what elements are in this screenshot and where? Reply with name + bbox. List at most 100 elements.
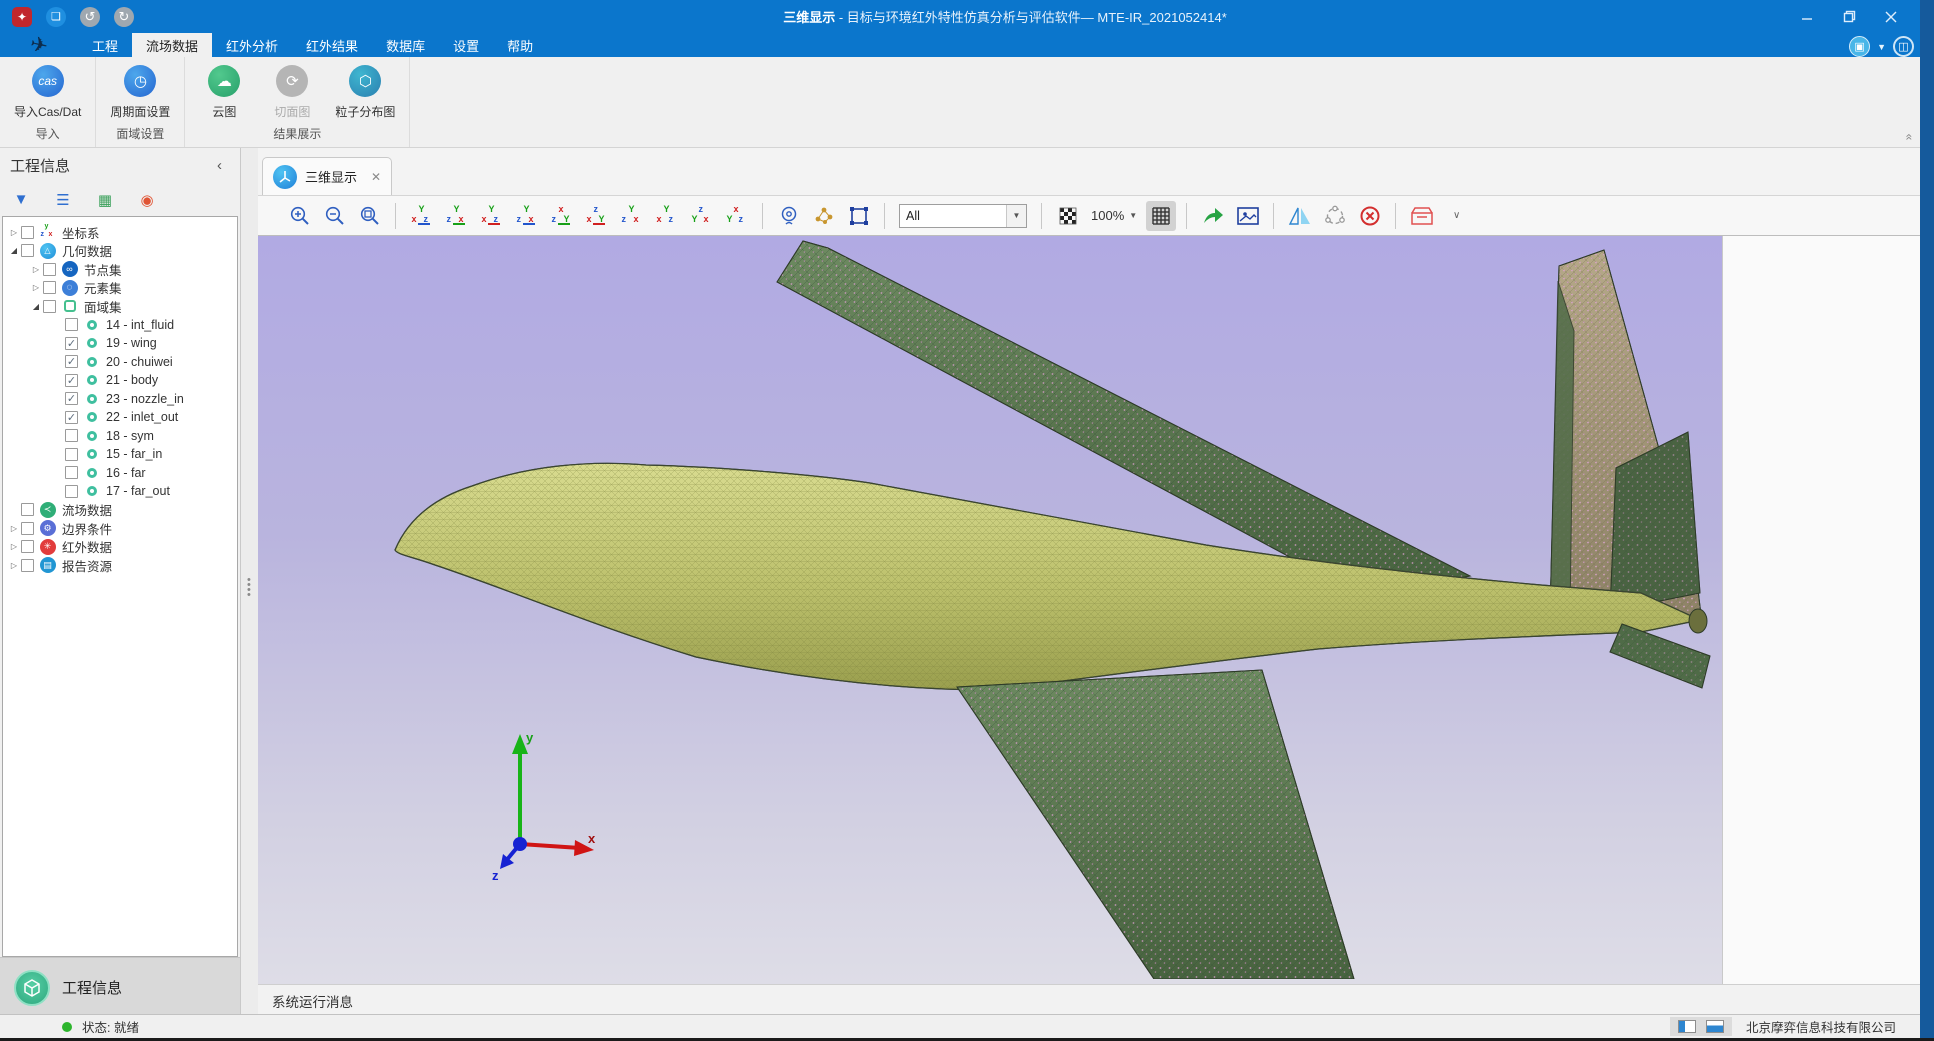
box-select-icon[interactable]	[844, 201, 874, 231]
tree-item-15-far_in[interactable]: 15 - far_in	[3, 445, 237, 464]
app-icon[interactable]: ✦	[12, 7, 32, 27]
view-front-icon[interactable]: Y x z	[407, 201, 437, 231]
layout-bottom-panel-icon[interactable]	[1706, 1020, 1724, 1033]
restore-button[interactable]	[1832, 4, 1866, 30]
tree-checkbox[interactable]	[43, 263, 56, 276]
mesh-toggle-icon[interactable]	[1146, 201, 1176, 231]
ribbon-button-导入Cas/Dat[interactable]: cas导入Cas/Dat	[10, 63, 85, 121]
tree-item-边界条件[interactable]: ▷⚙边界条件	[3, 519, 237, 538]
tree-item-20-chuiwei[interactable]: ✓20 - chuiwei	[3, 353, 237, 372]
tab-close-icon[interactable]: ✕	[371, 170, 381, 184]
tree-checkbox[interactable]: ✓	[65, 337, 78, 350]
view-right-icon[interactable]: Y z x	[512, 201, 542, 231]
theme-icon[interactable]: ▣	[1849, 36, 1870, 57]
tree-checkbox[interactable]	[43, 281, 56, 294]
filter-icon[interactable]: ▼	[10, 191, 32, 208]
redo-icon[interactable]: ↻	[114, 7, 134, 27]
tree-checkbox[interactable]	[65, 485, 78, 498]
zoom-level-dropdown[interactable]: 100%▼	[1091, 208, 1137, 223]
node-trace-icon[interactable]	[809, 201, 839, 231]
tree-checkbox[interactable]: ✓	[65, 374, 78, 387]
panel-splitter[interactable]: ••••	[240, 148, 258, 1017]
tree-checkbox[interactable]	[21, 226, 34, 239]
tree-item-面域集[interactable]: ◢面域集	[3, 297, 237, 316]
view-iso-4-icon[interactable]: x Y z	[722, 201, 752, 231]
combo-dropdown-icon[interactable]: ▼	[1006, 205, 1026, 227]
menu-item-数据库[interactable]: 数据库	[372, 33, 439, 57]
tree-checkbox[interactable]	[21, 522, 34, 535]
tab-3d-view[interactable]: 三维显示 ✕	[262, 157, 392, 195]
view-bottom-icon[interactable]: z x Y	[582, 201, 612, 231]
tree-checkbox[interactable]: ✓	[65, 411, 78, 424]
expand-open-icon[interactable]: ◢	[29, 302, 43, 311]
expand-closed-icon[interactable]: ▷	[7, 542, 21, 551]
close-button[interactable]	[1874, 4, 1908, 30]
tree-item-节点集[interactable]: ▷∞节点集	[3, 260, 237, 279]
menu-item-工程[interactable]: 工程	[78, 33, 132, 57]
splitter-handle[interactable]: ••••	[247, 578, 251, 598]
ribbon-collapse-icon[interactable]: «	[1903, 134, 1917, 139]
layout-left-panel-icon[interactable]	[1678, 1020, 1696, 1033]
zoom-in-icon[interactable]	[285, 201, 315, 231]
section-box-icon[interactable]	[1407, 201, 1437, 231]
view-iso-3-icon[interactable]: z Y x	[687, 201, 717, 231]
tree-item-红外数据[interactable]: ▷✳红外数据	[3, 538, 237, 557]
menu-item-红外结果[interactable]: 红外结果	[292, 33, 372, 57]
mirror-icon[interactable]	[1285, 201, 1315, 231]
menu-item-帮助[interactable]: 帮助	[493, 33, 547, 57]
tree-item-23-nozzle_in[interactable]: ✓23 - nozzle_in	[3, 390, 237, 409]
panel-footer[interactable]: 工程信息	[0, 957, 240, 1017]
tree-checkbox[interactable]	[21, 559, 34, 572]
tree-checkbox[interactable]: ✓	[65, 392, 78, 405]
tree-checkbox[interactable]	[43, 300, 56, 313]
tree-item-流场数据[interactable]: ≺流场数据	[3, 501, 237, 520]
outline-list-icon[interactable]: ☰	[52, 191, 74, 209]
minimize-button[interactable]	[1790, 4, 1824, 30]
menu-item-红外分析[interactable]: 红外分析	[212, 33, 292, 57]
target-icon[interactable]: ◉	[136, 191, 158, 209]
tree-checkbox[interactable]: ✓	[65, 355, 78, 368]
menu-item-设置[interactable]: 设置	[439, 33, 493, 57]
tree-checkbox[interactable]	[21, 540, 34, 553]
ribbon-button-云图[interactable]: ☁云图	[195, 63, 253, 121]
expand-closed-icon[interactable]: ▷	[7, 561, 21, 570]
expand-closed-icon[interactable]: ▷	[7, 228, 21, 237]
view-left-icon[interactable]: Y x z	[477, 201, 507, 231]
tree-checkbox[interactable]	[65, 429, 78, 442]
region-filter-select[interactable]: All▼	[899, 204, 1027, 228]
help-book-icon[interactable]: ◫	[1893, 36, 1914, 57]
tree-item-17-far_out[interactable]: 17 - far_out	[3, 482, 237, 501]
tree-checkbox[interactable]	[21, 244, 34, 257]
probe-icon[interactable]	[774, 201, 804, 231]
transparency-icon[interactable]	[1053, 201, 1083, 231]
tree-item-元素集[interactable]: ▷◌元素集	[3, 279, 237, 298]
tree-item-几何数据[interactable]: ◢△几何数据	[3, 242, 237, 261]
tree-item-21-body[interactable]: ✓21 - body	[3, 371, 237, 390]
tree-item-18-sym[interactable]: 18 - sym	[3, 427, 237, 446]
orbit-icon[interactable]	[1320, 201, 1350, 231]
tree-checkbox[interactable]	[21, 503, 34, 516]
tree-item-坐标系[interactable]: ▷yzx坐标系	[3, 223, 237, 242]
expand-closed-icon[interactable]: ▷	[29, 265, 43, 274]
tree-checkbox[interactable]	[65, 466, 78, 479]
save-document-icon[interactable]: ❏	[46, 7, 66, 27]
tree-item-16-far[interactable]: 16 - far	[3, 464, 237, 483]
tree-checkbox[interactable]	[65, 448, 78, 461]
view-iso-2-icon[interactable]: Y x z	[652, 201, 682, 231]
expand-closed-icon[interactable]: ▷	[7, 524, 21, 533]
tree-checkbox[interactable]	[65, 318, 78, 331]
grid-view-icon[interactable]: ▦	[94, 191, 116, 209]
snapshot-icon[interactable]	[1233, 201, 1263, 231]
clear-view-icon[interactable]	[1355, 201, 1385, 231]
section-box-caret-icon[interactable]: ∨	[1442, 201, 1472, 231]
ribbon-button-周期面设置[interactable]: ◷周期面设置	[106, 63, 174, 121]
tree-item-14-int_fluid[interactable]: 14 - int_fluid	[3, 316, 237, 335]
zoom-out-icon[interactable]	[320, 201, 350, 231]
tree-item-19-wing[interactable]: ✓19 - wing	[3, 334, 237, 353]
expand-closed-icon[interactable]: ▷	[29, 283, 43, 292]
export-view-icon[interactable]	[1198, 201, 1228, 231]
theme-caret-icon[interactable]: ▼	[1877, 42, 1886, 52]
panel-collapse-icon[interactable]: ‹	[209, 157, 230, 174]
view-iso-1-icon[interactable]: Y z x	[617, 201, 647, 231]
tree-item-22-inlet_out[interactable]: ✓22 - inlet_out	[3, 408, 237, 427]
